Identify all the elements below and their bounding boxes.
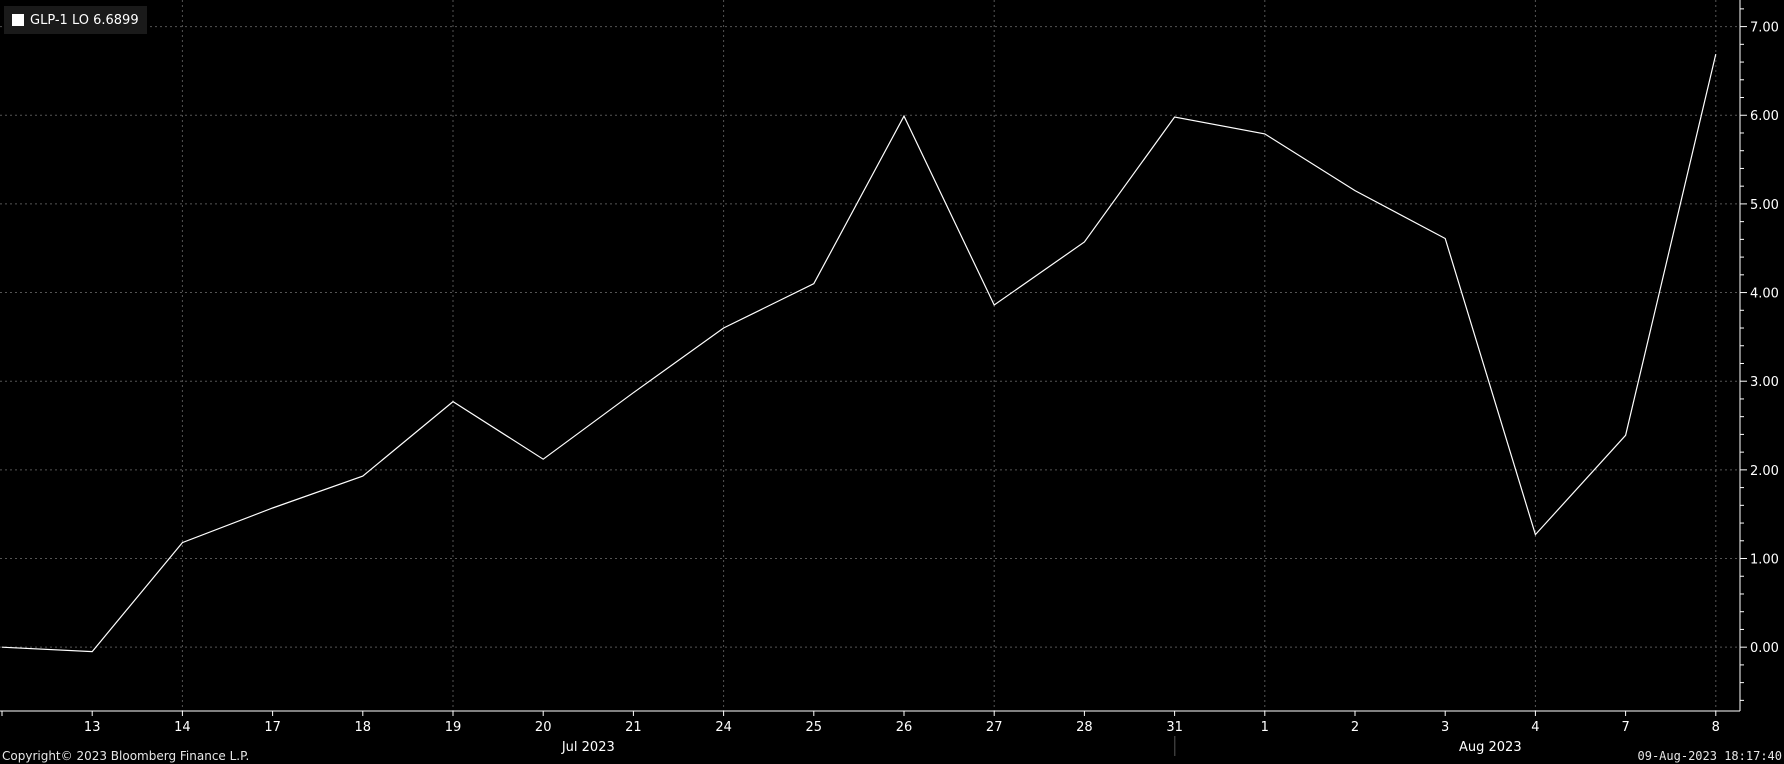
axis-layer: [0, 0, 1747, 756]
x-tick-label: 1: [1261, 720, 1269, 735]
chart-stage: 13 14 17 18 19 20 21 24 25 26 27 28 31 1 2 3 4 7 8 Jul 2023…: [0, 0, 1784, 764]
x-tick-label: 7: [1621, 720, 1629, 735]
x-tick-label: 4: [1531, 720, 1539, 735]
x-tick-label: 20: [535, 720, 552, 735]
timestamp-text: 09-Aug-2023 18:17:40: [1637, 749, 1783, 763]
legend-swatch: [12, 14, 24, 26]
legend: GLP-1 LO 6.6899: [4, 6, 147, 34]
y-tick-label: 6.00: [1750, 109, 1779, 124]
x-tick-label: 2: [1351, 720, 1359, 735]
x-tick-label: 31: [1166, 720, 1183, 735]
x-tick-label: 27: [986, 720, 1003, 735]
x-tick-label: 28: [1076, 720, 1093, 735]
x-tick-label: 24: [715, 720, 732, 735]
y-tick-label: 0.00: [1750, 641, 1779, 656]
y-tick-label: 1.00: [1750, 553, 1779, 568]
x-tick-label: 17: [264, 720, 281, 735]
x-tick-label: 3: [1441, 720, 1449, 735]
y-tick-label: 7.00: [1750, 21, 1779, 36]
y-tick-label: 3.00: [1750, 375, 1779, 390]
line-layer: [1, 53, 1717, 653]
x-tick-label: 26: [896, 720, 913, 735]
chart-svg: 13 14 17 18 19 20 21 24 25 26 27 28 31 1 2 3 4 7 8 Jul 2023…: [0, 0, 1779, 756]
period-label: Aug 2023: [1459, 740, 1522, 755]
x-tick-label: 18: [355, 720, 372, 735]
x-tick-label: 8: [1712, 720, 1720, 735]
y-axis-labels: 7.00 6.00 5.00 4.00 3.00 2.00 1.00 0.00: [1750, 21, 1779, 657]
period-label: Jul 2023: [561, 740, 615, 755]
legend-label: GLP-1 LO 6.6899: [30, 12, 139, 28]
y-tick-label: 5.00: [1750, 198, 1779, 213]
grid-layer: [0, 0, 1740, 711]
x-tick-label: 25: [806, 720, 823, 735]
x-tick-label: 13: [84, 720, 101, 735]
x-tick-label: 14: [174, 720, 191, 735]
series-line: [1, 53, 1717, 653]
x-tick-label: 19: [445, 720, 462, 735]
y-tick-label: 2.00: [1750, 464, 1779, 479]
x-tick-label: 21: [625, 720, 642, 735]
x-axis-labels: 13 14 17 18 19 20 21 24 25 26 27 28 31 1 2 3 4 7 8 Jul 2023…: [84, 720, 1720, 755]
y-tick-label: 4.00: [1750, 287, 1779, 302]
copyright-text: Copyright© 2023 Bloomberg Finance L.P.: [2, 749, 250, 763]
